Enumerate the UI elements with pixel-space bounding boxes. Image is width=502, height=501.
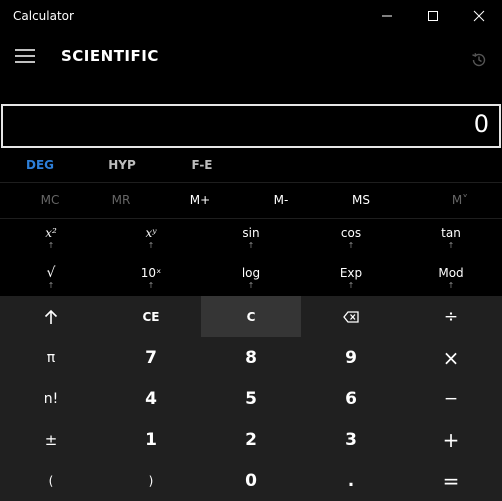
exp-label: Exp [339, 266, 363, 280]
log-button[interactable]: log ↑ [201, 258, 301, 298]
pi-button[interactable]: π [1, 337, 101, 378]
mod-label: Mod [438, 266, 464, 280]
display-value: 0 [473, 110, 489, 138]
eight-button[interactable]: 8 [201, 337, 301, 378]
deg-button[interactable]: DEG [18, 148, 62, 182]
shift-indicator-icon: ↑ [47, 281, 55, 290]
close-button[interactable] [456, 0, 502, 32]
app-header: SCIENTIFIC [0, 32, 502, 80]
square-button[interactable]: x² ↑ [1, 218, 101, 258]
power-button[interactable]: xʸ ↑ [101, 218, 201, 258]
history-icon [472, 53, 486, 67]
minus-button[interactable]: − [401, 378, 501, 419]
cos-label: cos [340, 226, 362, 240]
plus-button[interactable]: + [401, 419, 501, 460]
keypad: CE C ÷ π 7 8 9 × n! 4 5 6 − ± 1 2 3 + ( … [0, 296, 502, 501]
shift-indicator-icon: ↑ [247, 281, 255, 290]
up-arrow-icon [44, 309, 58, 324]
shift-button[interactable] [1, 296, 101, 337]
sqrt-button[interactable]: √ ↑ [1, 258, 101, 298]
sqrt-label: √ [46, 265, 56, 281]
four-button[interactable]: 4 [101, 378, 201, 419]
maximize-button[interactable] [410, 0, 456, 32]
history-button[interactable] [464, 46, 494, 74]
fe-button[interactable]: F-E [180, 148, 224, 182]
maximize-icon [428, 11, 438, 21]
shift-indicator-icon: ↑ [47, 241, 55, 250]
factorial-button[interactable]: n! [1, 378, 101, 419]
memory-row: MC MR M+ M- MS M˅ [0, 182, 502, 219]
three-button[interactable]: 3 [301, 419, 401, 460]
clear-button[interactable]: C [201, 296, 301, 337]
six-button[interactable]: 6 [301, 378, 401, 419]
menu-button[interactable] [10, 42, 40, 70]
log-label: log [241, 266, 261, 280]
cos-button[interactable]: cos ↑ [301, 218, 401, 258]
equals-button[interactable]: = [401, 460, 501, 501]
decimal-button[interactable]: . [301, 460, 401, 501]
window-title: Calculator [13, 9, 74, 23]
tan-label: tan [441, 226, 461, 240]
sin-button[interactable]: sin ↑ [201, 218, 301, 258]
memory-list-button[interactable]: M˅ [410, 182, 502, 218]
shift-indicator-icon: ↑ [447, 281, 455, 290]
five-button[interactable]: 5 [201, 378, 301, 419]
one-button[interactable]: 1 [101, 419, 201, 460]
minimize-icon [382, 15, 392, 17]
right-paren-button[interactable]: ) [101, 460, 201, 501]
ten-power-label: 10ˣ [140, 266, 162, 280]
zero-button[interactable]: 0 [201, 460, 301, 501]
shift-indicator-icon: ↑ [147, 281, 155, 290]
exp-button[interactable]: Exp ↑ [301, 258, 401, 298]
shift-indicator-icon: ↑ [447, 241, 455, 250]
result-display: 0 [1, 104, 501, 148]
tan-button[interactable]: tan ↑ [401, 218, 501, 258]
ce-button[interactable]: CE [101, 296, 201, 337]
close-icon [473, 10, 485, 22]
square-label: x² [45, 226, 57, 240]
seven-button[interactable]: 7 [101, 337, 201, 378]
shift-indicator-icon: ↑ [147, 241, 155, 250]
mod-button[interactable]: Mod ↑ [401, 258, 501, 298]
multiply-button[interactable]: × [401, 337, 501, 378]
shift-indicator-icon: ↑ [347, 241, 355, 250]
hyp-button[interactable]: HYP [100, 148, 144, 182]
left-paren-button[interactable]: ( [1, 460, 101, 501]
two-button[interactable]: 2 [201, 419, 301, 460]
hamburger-icon [15, 49, 35, 63]
shift-indicator-icon: ↑ [247, 241, 255, 250]
ten-power-button[interactable]: 10ˣ ↑ [101, 258, 201, 298]
ms-button[interactable]: MS [311, 182, 411, 218]
negate-button[interactable]: ± [1, 419, 101, 460]
backspace-button[interactable] [301, 296, 401, 337]
divide-button[interactable]: ÷ [401, 296, 501, 337]
power-label: xʸ [145, 226, 157, 240]
shift-indicator-icon: ↑ [347, 281, 355, 290]
sin-label: sin [242, 226, 260, 240]
angle-row: DEG HYP F-E [0, 148, 502, 183]
mode-title: SCIENTIFIC [61, 47, 159, 65]
title-bar: Calculator [0, 0, 502, 32]
nine-button[interactable]: 9 [301, 337, 401, 378]
minimize-button[interactable] [364, 0, 410, 32]
backspace-icon [343, 310, 359, 323]
